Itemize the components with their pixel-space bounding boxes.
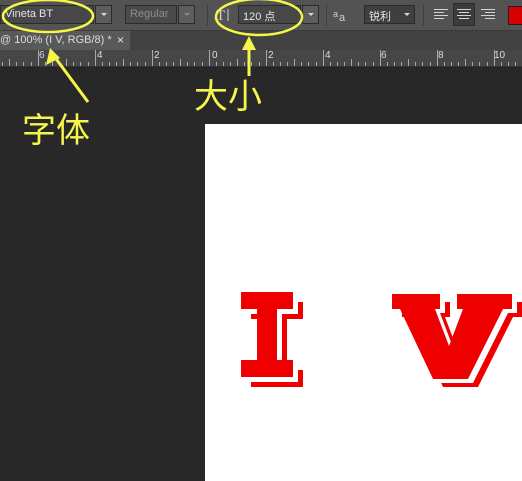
font-annotation-label: 字体: [22, 111, 90, 151]
font-arrow-line: [52, 55, 90, 103]
size-arrow-head-icon: [242, 36, 256, 50]
font-size-highlight: [214, 0, 304, 37]
font-family-highlight: [1, 0, 95, 34]
size-annotation-label: 大小: [194, 77, 262, 117]
annotation-overlay: [1, 0, 304, 103]
